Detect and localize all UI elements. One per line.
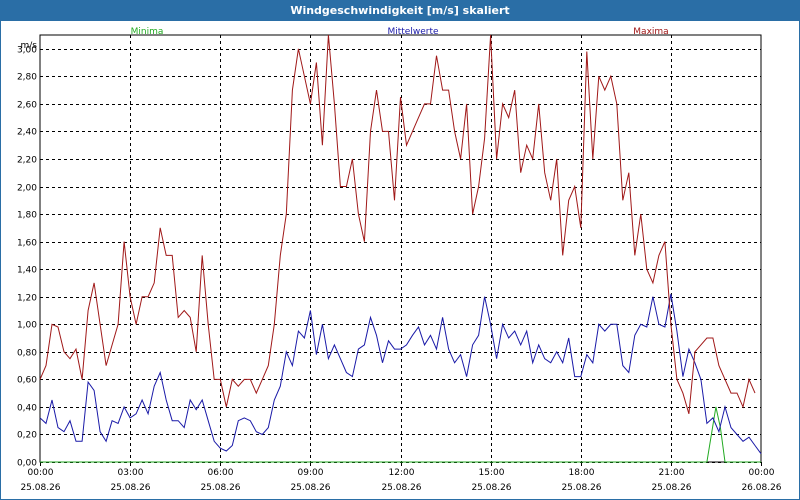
y-tick-label: 1,80 bbox=[17, 211, 37, 221]
x-tick-time: 21:00 bbox=[659, 468, 685, 478]
y-tick-label: 0,80 bbox=[17, 349, 37, 359]
wind-speed-chart: 0,00 0,20 0,40 0,60 0,80 1,00 1,20 1,40 1,60 1,80… bbox=[17, 27, 782, 493]
y-tick-label: 0,20 bbox=[17, 431, 37, 441]
x-tick-date: 25.08.26 bbox=[200, 483, 240, 493]
y-unit-label: m/s bbox=[21, 41, 38, 51]
x-tick-date: 25.08.26 bbox=[561, 483, 601, 493]
y-tick-label: 2,00 bbox=[17, 184, 37, 194]
y-tick-label: 2,40 bbox=[17, 128, 37, 138]
legend-minima: Minima bbox=[131, 27, 164, 37]
legend-mittelwerte: Mittelwerte bbox=[387, 27, 438, 37]
x-tick-date: 25.08.26 bbox=[381, 483, 421, 493]
series-line-maxima bbox=[39, 34, 756, 414]
x-tick-time: 00:00 bbox=[749, 468, 775, 478]
y-tick-label: 1,40 bbox=[17, 266, 37, 276]
x-tick-date: 25.08.26 bbox=[651, 483, 691, 493]
x-tick-time: 00:00 bbox=[28, 468, 54, 478]
y-tick-label: 1,20 bbox=[17, 294, 37, 304]
series-line-mittelwerte bbox=[39, 293, 762, 454]
y-tick-label: 1,00 bbox=[17, 321, 37, 331]
x-tick-time: 18:00 bbox=[569, 468, 595, 478]
x-tick-date: 25.08.26 bbox=[110, 483, 150, 493]
y-tick-label: 0,40 bbox=[17, 404, 37, 414]
x-tick-time: 15:00 bbox=[479, 468, 505, 478]
chart-window: Windgeschwindigkeit [m/s] skaliert 0,00 0… bbox=[0, 0, 800, 500]
legend-maxima: Maxima bbox=[633, 27, 668, 37]
x-tick-time: 09:00 bbox=[298, 468, 324, 478]
x-tick-time: 03:00 bbox=[118, 468, 144, 478]
y-tick-label: 2,20 bbox=[17, 156, 37, 166]
y-tick-label: 2,60 bbox=[17, 101, 37, 111]
y-tick-label: 0,00 bbox=[17, 459, 37, 469]
y-tick-label: 1,60 bbox=[17, 239, 37, 249]
x-tick-time: 06:00 bbox=[208, 468, 234, 478]
window-title: Windgeschwindigkeit [m/s] skaliert bbox=[1, 1, 799, 21]
x-tick-date: 25.08.26 bbox=[471, 483, 511, 493]
x-tick-time: 12:00 bbox=[389, 468, 415, 478]
x-tick-date: 25.08.26 bbox=[20, 483, 60, 493]
y-tick-label: 0,60 bbox=[17, 376, 37, 386]
y-tick-label: 2,80 bbox=[17, 73, 37, 83]
x-tick-date: 25.08.26 bbox=[290, 483, 330, 493]
x-tick-date: 26.08.26 bbox=[741, 483, 781, 493]
